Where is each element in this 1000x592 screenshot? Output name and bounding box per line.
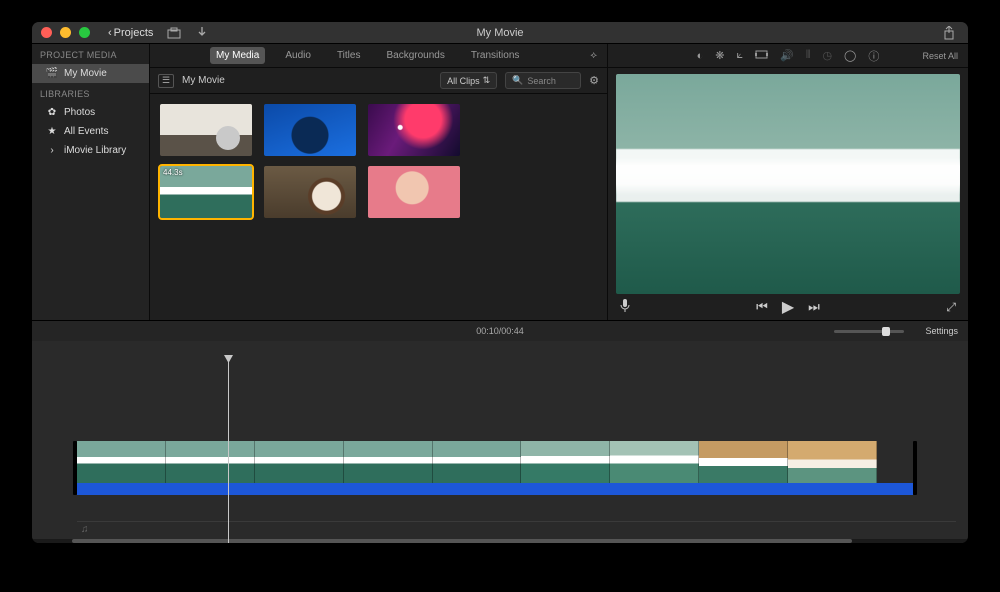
star-icon: ★ — [46, 127, 58, 137]
clips-filter-dropdown[interactable]: All Clips ⇅ — [440, 72, 497, 89]
titlebar: ‹ Projects My Movie — [32, 22, 968, 44]
minimize-window-button[interactable] — [60, 27, 71, 38]
adjustment-toolbar: ◐ ❋ ⟀ 🔊 ⫴ ◷ ◯ ⓘ Reset All — [608, 44, 968, 68]
fullscreen-window-button[interactable] — [79, 27, 90, 38]
event-title: My Movie — [182, 75, 225, 86]
previous-button[interactable]: ⏮ — [756, 299, 768, 315]
sidebar-item-label: My Movie — [64, 68, 107, 79]
tab-titles[interactable]: Titles — [331, 47, 367, 64]
total-time: 00:44 — [501, 326, 524, 336]
media-clip-2[interactable] — [264, 104, 356, 156]
playback-controls: ⏮ ▶ ⏭ ⤢ — [608, 294, 968, 320]
sidebar-item-label: Photos — [64, 107, 95, 118]
timeline-zoom-slider[interactable] — [834, 330, 904, 333]
sidebar-item-label: All Events — [64, 126, 108, 137]
sidebar-section-project-media: PROJECT MEDIA — [32, 44, 149, 64]
voiceover-record-button[interactable] — [620, 299, 630, 316]
tab-transitions[interactable]: Transitions — [465, 47, 526, 64]
sidebar: PROJECT MEDIA 🎬 My Movie LIBRARIES ✿ Pho… — [32, 44, 150, 320]
timeline-body[interactable]: ♫ — [32, 355, 968, 543]
filter-label: All Clips — [447, 76, 480, 86]
list-view-toggle[interactable]: ☰ — [158, 74, 174, 88]
titlebar-tools — [167, 26, 209, 40]
timeline-area: 00:10 / 00:44 Settings ♫ — [32, 320, 968, 543]
sidebar-item-photos[interactable]: ✿ Photos — [32, 103, 149, 122]
upper-panels: PROJECT MEDIA 🎬 My Movie LIBRARIES ✿ Pho… — [32, 44, 968, 320]
video-preview[interactable] — [616, 74, 960, 294]
import-media-button[interactable] — [167, 26, 181, 40]
flower-icon: ✿ — [46, 108, 58, 118]
browser-toolbar: ☰ My Movie All Clips ⇅ 🔍 Search ⚙ — [150, 68, 607, 94]
timeline-header: 00:10 / 00:44 Settings — [32, 321, 968, 341]
timeline-ruler[interactable] — [32, 341, 968, 355]
download-icon[interactable] — [195, 26, 209, 40]
clip-duration-badge: 44.3s — [163, 168, 183, 177]
sidebar-section-libraries: LIBRARIES — [32, 83, 149, 103]
share-button[interactable] — [942, 26, 956, 40]
timeline-video-clip[interactable] — [77, 441, 877, 483]
back-to-projects-button[interactable]: ‹ Projects — [108, 27, 153, 39]
stabilization-icon[interactable] — [755, 49, 768, 63]
media-clip-4[interactable]: 44.3s — [160, 166, 252, 218]
reset-all-button[interactable]: Reset All — [922, 51, 958, 61]
info-icon[interactable]: ⓘ — [868, 48, 879, 64]
media-clip-1[interactable] — [160, 104, 252, 156]
current-time: 00:10 — [476, 326, 499, 336]
color-balance-icon[interactable]: ◐ — [697, 50, 704, 62]
media-thumbnails-grid: 44.3s — [150, 94, 607, 228]
media-clip-3[interactable] — [368, 104, 460, 156]
clip-filter-icon[interactable]: ◯ — [844, 49, 856, 62]
timeline-audio-waveform[interactable] — [77, 483, 913, 495]
noise-reduction-icon[interactable]: ⫴ — [806, 49, 811, 62]
music-note-icon: ♫ — [81, 524, 89, 535]
window-controls — [32, 27, 90, 38]
media-clip-6[interactable] — [368, 166, 460, 218]
timeline-scrollbar[interactable] — [32, 539, 968, 543]
search-placeholder: Search — [527, 76, 556, 86]
chevron-left-icon: ‹ — [108, 27, 112, 39]
tab-my-media[interactable]: My Media — [210, 47, 265, 64]
search-icon: 🔍 — [512, 75, 523, 86]
sidebar-item-imovie-library[interactable]: › iMovie Library — [32, 141, 149, 160]
tab-backgrounds[interactable]: Backgrounds — [380, 47, 450, 64]
clip-trim-handle-right[interactable] — [913, 441, 917, 495]
preview-content — [616, 149, 960, 202]
speed-icon[interactable]: ◷ — [822, 49, 832, 62]
volume-icon[interactable]: 🔊 — [780, 49, 794, 62]
clip-trim-handle-left[interactable] — [73, 441, 77, 495]
app-window: ‹ Projects My Movie PROJECT MEDIA 🎬 My M… — [32, 22, 968, 543]
browser-tabs: My Media Audio Titles Backgrounds Transi… — [150, 44, 607, 68]
color-correction-icon[interactable]: ❋ — [715, 49, 724, 62]
media-browser: My Media Audio Titles Backgrounds Transi… — [150, 44, 608, 320]
back-label: Projects — [114, 27, 154, 39]
browser-settings-button[interactable]: ⚙ — [589, 74, 599, 87]
viewer-panel: ◐ ❋ ⟀ 🔊 ⫴ ◷ ◯ ⓘ Reset All ⏮ — [608, 44, 968, 320]
search-field[interactable]: 🔍 Search — [505, 72, 581, 89]
enhance-wand-icon[interactable]: ⟡ — [590, 50, 597, 61]
updown-chevron-icon: ⇅ — [483, 75, 491, 86]
sidebar-item-all-events[interactable]: ★ All Events — [32, 122, 149, 141]
next-button[interactable]: ⏭ — [808, 299, 820, 315]
sidebar-item-my-movie[interactable]: 🎬 My Movie — [32, 64, 149, 83]
window-title: My Movie — [476, 27, 523, 39]
close-window-button[interactable] — [41, 27, 52, 38]
sidebar-item-label: iMovie Library — [64, 145, 126, 156]
media-clip-5[interactable] — [264, 166, 356, 218]
play-button[interactable]: ▶ — [782, 297, 794, 317]
clapperboard-icon: 🎬 — [46, 69, 58, 79]
chevron-right-icon: › — [46, 146, 58, 156]
timeline-settings-button[interactable]: Settings — [925, 326, 958, 336]
music-track-lane[interactable]: ♫ — [77, 521, 956, 537]
tab-audio[interactable]: Audio — [279, 47, 317, 64]
playhead[interactable] — [228, 355, 229, 543]
fullscreen-preview-button[interactable]: ⤢ — [946, 300, 956, 315]
crop-icon[interactable]: ⟀ — [737, 49, 744, 62]
